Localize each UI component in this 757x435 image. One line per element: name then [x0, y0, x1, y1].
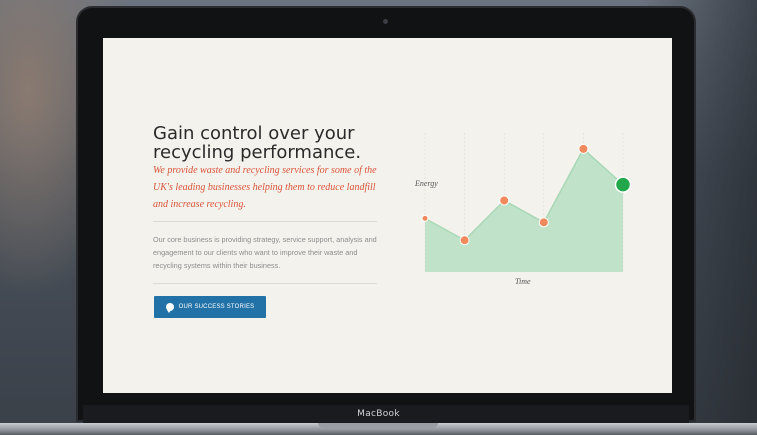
chart-data-point: [578, 143, 589, 154]
success-stories-label: OUR SUCCESS STORIES: [178, 304, 255, 310]
laptop-screen: Gain control over your recycling perform…: [103, 38, 672, 393]
chart-x-axis-label: Time: [515, 277, 531, 286]
chart-highlight-point: [614, 176, 632, 193]
hero-body-text: Our core business is providing strategy,…: [153, 235, 377, 270]
laptop-base-notch: [318, 423, 438, 428]
chart-data-point: [421, 214, 429, 222]
hero-tagline: We provide waste and recycling services …: [153, 165, 377, 210]
chart-area: [425, 148, 623, 272]
energy-chart: Energy Time: [414, 133, 632, 286]
chart-data-point: [459, 235, 470, 246]
divider-top: [153, 221, 377, 222]
divider-bottom: [153, 283, 377, 284]
chart-data-point: [499, 195, 510, 206]
hero-headline: Gain control over your recycling perform…: [153, 124, 361, 162]
success-stories-button[interactable]: OUR SUCCESS STORIES: [154, 296, 266, 318]
speech-bubble-icon: [165, 303, 174, 313]
chart-y-axis-label: Energy: [414, 179, 438, 188]
chart-data-point: [538, 217, 549, 228]
camera-icon: [383, 19, 388, 24]
device-brand-label: MacBook: [357, 409, 400, 419]
headline-line-2: recycling performance.: [153, 142, 362, 163]
headline-line-1: Gain control over your: [153, 123, 355, 144]
